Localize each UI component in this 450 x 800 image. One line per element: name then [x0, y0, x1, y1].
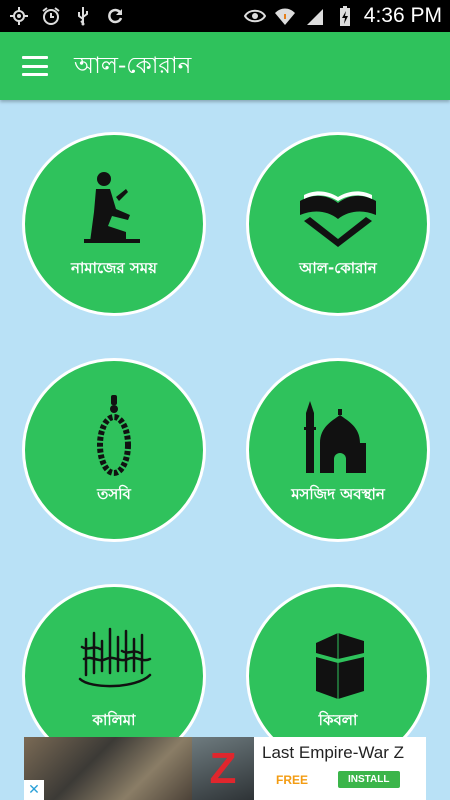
- tasbih-icon: [97, 394, 131, 476]
- mosque-icon: [304, 400, 366, 473]
- eye-icon: [243, 5, 266, 27]
- ad-close-icon[interactable]: ✕: [24, 780, 44, 800]
- status-right-icons: 4:36 PM: [243, 4, 442, 28]
- gps-icon: [8, 5, 30, 27]
- ad-info: Last Empire-War Z FREE INSTALL: [254, 737, 426, 800]
- ad-title: Last Empire-War Z: [262, 743, 405, 762]
- ad-app-icon: Z: [192, 737, 254, 800]
- tile-label: তসবি: [97, 484, 131, 503]
- hamburger-icon[interactable]: [22, 56, 48, 76]
- tile-mosque-location[interactable]: মসজিদ অবস্থান: [246, 358, 430, 542]
- ad-install-button[interactable]: INSTALL: [338, 771, 400, 788]
- tile-label: আল-কোরান: [299, 258, 377, 277]
- tile-label: মসজিদ অবস্থান: [291, 484, 385, 503]
- battery-charging-icon: [334, 5, 356, 27]
- quran-icon: [300, 190, 376, 247]
- sync-icon: [104, 5, 126, 27]
- kalima-icon: [78, 627, 152, 687]
- prayer-icon: [84, 171, 140, 243]
- wifi-icon: [274, 5, 296, 27]
- tile-label: কিবলা: [318, 710, 358, 729]
- status-time: 4:36 PM: [363, 4, 442, 27]
- app-bar: আল-কোরান: [0, 32, 450, 100]
- signal-icon: [304, 5, 326, 27]
- tile-quran[interactable]: আল-কোরান: [246, 132, 430, 316]
- app-title: আল-কোরান: [74, 52, 192, 79]
- menu-grid: নামাজের সময় আল-কোরান তসবি মসজিদ অবস্থান…: [0, 100, 450, 768]
- ad-banner[interactable]: Z Last Empire-War Z FREE INSTALL: [24, 737, 426, 800]
- status-left-icons: [8, 5, 126, 27]
- ad-game-image: [24, 737, 192, 800]
- alarm-icon: [40, 5, 62, 27]
- ad-price: FREE: [276, 772, 309, 787]
- tile-label: কালিমা: [92, 710, 136, 729]
- tile-prayer-time[interactable]: নামাজের সময়: [22, 132, 206, 316]
- status-bar: 4:36 PM: [0, 0, 450, 32]
- tile-tasbih[interactable]: তসবি: [22, 358, 206, 542]
- ad-actions: FREE INSTALL: [262, 771, 426, 788]
- tile-label: নামাজের সময়: [71, 258, 157, 277]
- usb-icon: [72, 5, 94, 27]
- kaaba-icon: [316, 632, 364, 699]
